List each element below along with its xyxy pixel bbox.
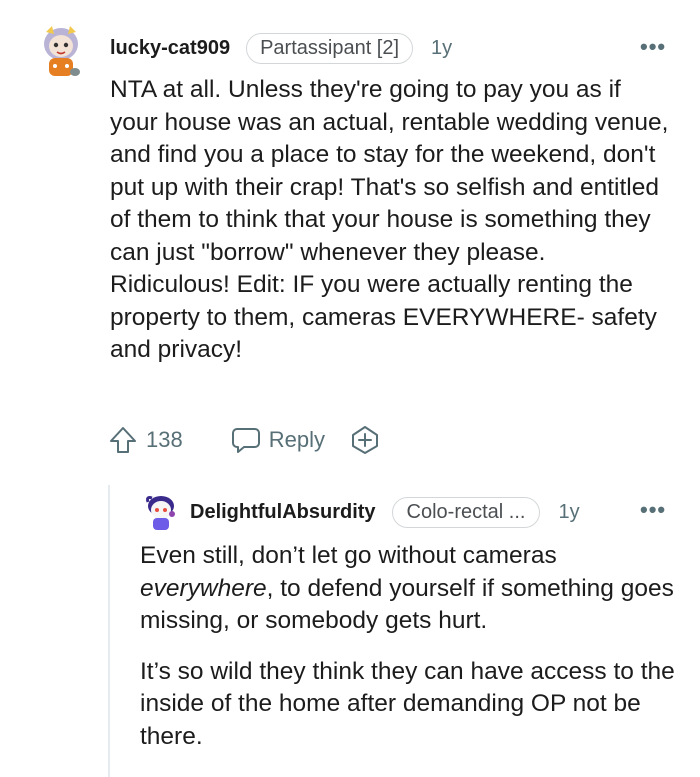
comment-age: 1y <box>431 36 453 59</box>
user-flair: Partassipant [2] <box>246 32 414 64</box>
reply-label: Reply <box>268 427 325 452</box>
thread-line[interactable] <box>108 485 110 777</box>
reply-paragraph-1: Even still, don’t let go without cameras… <box>140 540 680 638</box>
reply-age: 1y <box>558 500 580 523</box>
cat-avatar-icon <box>44 26 80 76</box>
more-options-icon: ••• <box>640 497 667 522</box>
reply-username[interactable]: DelightfulAbsurdity <box>190 501 376 524</box>
more-options-icon: ••• <box>640 34 667 59</box>
reply-button[interactable]: Reply <box>231 426 325 454</box>
reply-body: Even still, don’t let go without cameras… <box>140 540 680 771</box>
comment-body: NTA at all. Unless they're going to pay … <box>110 74 670 367</box>
award-plus-icon <box>351 426 378 454</box>
reply-more-options-button[interactable]: ••• <box>640 499 666 522</box>
upvote-arrow-icon <box>110 427 136 453</box>
comment-username[interactable]: lucky-cat909 <box>110 37 230 60</box>
comment-actions: 138 Reply <box>108 420 381 460</box>
user-avatar[interactable] <box>38 24 84 80</box>
upvote-button[interactable]: 138 <box>108 425 183 455</box>
reply-paragraph-2: It’s so wild they think they can have ac… <box>140 657 675 750</box>
reply-text-start: Even still, don’t let go without cameras <box>140 542 557 569</box>
reply-avatar[interactable] <box>144 494 178 532</box>
award-button[interactable] <box>349 424 381 456</box>
more-options-button[interactable]: ••• <box>640 36 666 59</box>
snoo-avatar-icon <box>146 496 175 530</box>
vote-count: 138 <box>146 427 183 452</box>
reply-user-flair: Colo-rectal ... <box>391 496 541 528</box>
comment-text: NTA at all. Unless they're going to pay … <box>110 76 669 363</box>
reply-text-emphasis: everywhere <box>140 574 267 602</box>
comment-meta: lucky-cat909 Partassipant [2] 1y <box>110 32 452 64</box>
speech-bubble-icon <box>231 428 260 453</box>
reply-meta: DelightfulAbsurdity Colo-rectal ... 1y <box>190 494 580 530</box>
